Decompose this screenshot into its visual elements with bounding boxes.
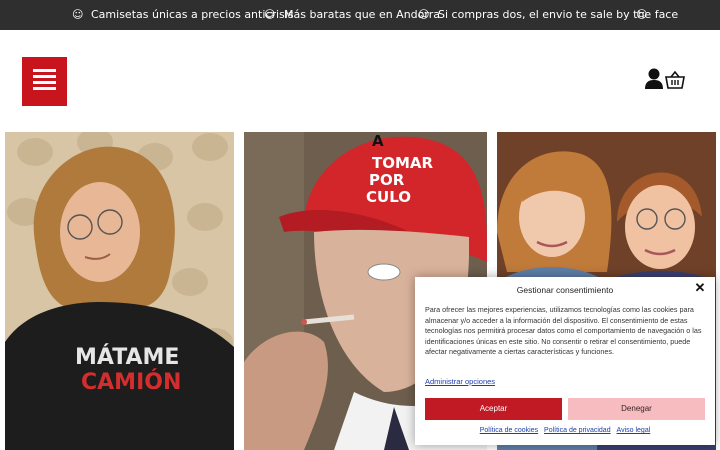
shirt-text-line1: MÁTAME — [75, 344, 179, 370]
consent-body: Para ofrecer las mejores experiencias, u… — [425, 305, 702, 356]
cap-text-line4: CULO — [366, 188, 411, 206]
accept-button[interactable]: Aceptar — [425, 398, 562, 420]
hero-photo-mullet[interactable]: MÁTAME CAMIÓN — [5, 132, 234, 450]
hamburger-icon-bar — [33, 87, 56, 90]
smiley-icon: ☺ — [72, 8, 84, 21]
menu-button[interactable] — [22, 57, 67, 106]
shirt-text-line2: CAMIÓN — [81, 369, 181, 395]
hamburger-icon-bar — [33, 75, 56, 78]
cap-text-line2: TOMAR — [372, 154, 434, 172]
cap-text-line3: POR — [369, 171, 405, 189]
site-header — [0, 30, 720, 130]
smiley-icon: ☺ — [264, 8, 276, 21]
legal-notice-link[interactable]: Aviso legal — [617, 427, 651, 434]
hamburger-icon-bar — [33, 81, 56, 84]
mullet-photo-illustration: MÁTAME CAMIÓN — [5, 132, 234, 450]
deny-button[interactable]: Denegar — [568, 398, 705, 420]
close-icon[interactable]: ✕ — [694, 281, 706, 294]
announcement-bar: ☺ Camisetas únicas a precios anticrisis … — [0, 0, 720, 30]
manage-options-link[interactable]: Administrar opciones — [425, 377, 495, 386]
consent-footer-links: Política de cookies Política de privacid… — [415, 427, 715, 434]
basket-icon[interactable] — [665, 70, 685, 90]
hamburger-icon — [33, 69, 56, 72]
cap-text-line1: A — [372, 132, 384, 150]
announcement-text: Más baratas que en Andorra — [284, 8, 440, 21]
privacy-policy-link[interactable]: Política de privacidad — [544, 427, 611, 434]
user-icon[interactable] — [644, 68, 664, 90]
smiley-icon: ☺ — [636, 8, 648, 21]
smiley-icon: ☺ — [418, 8, 430, 21]
cookie-policy-link[interactable]: Política de cookies — [480, 427, 538, 434]
cookie-consent-dialog: Gestionar consentimiento ✕ Para ofrecer … — [415, 277, 715, 445]
consent-title: Gestionar consentimiento — [516, 285, 614, 295]
